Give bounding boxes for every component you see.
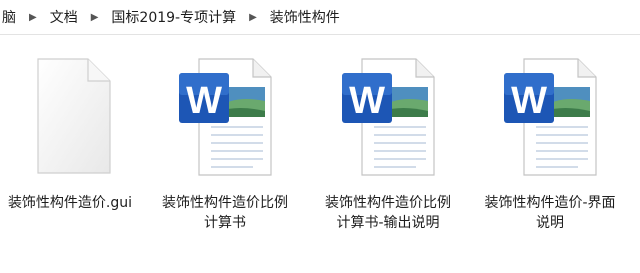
file-name: 装饰性构件造价比例计算书	[162, 195, 288, 231]
breadcrumb-computer[interactable]: 脑	[0, 7, 20, 27]
chevron-right-icon[interactable]: ▶	[20, 12, 46, 23]
word-document-icon: W	[504, 58, 597, 176]
file-item-gui[interactable]: 装饰性构件造价.gui	[0, 55, 140, 213]
address-bar[interactable]: 脑 ▶ 文档 ▶ 国标2019-专项计算 ▶ 装饰性构件	[0, 0, 640, 35]
breadcrumb-documents[interactable]: 文档	[46, 7, 82, 27]
blank-file-icon	[37, 58, 111, 174]
file-item-word-output[interactable]: W 装饰性构件造价比例计算书-输出说明	[318, 55, 458, 233]
breadcrumb-current-folder[interactable]: 装饰性构件	[266, 7, 344, 27]
file-name: 装饰性构件造价.gui	[7, 195, 133, 211]
file-item-word-ui[interactable]: W 装饰性构件造价-界面说明	[480, 55, 620, 233]
breadcrumb-folder-gb2019[interactable]: 国标2019-专项计算	[107, 7, 240, 27]
svg-text:W: W	[186, 80, 222, 122]
svg-text:W: W	[349, 80, 385, 122]
chevron-right-icon[interactable]: ▶	[240, 12, 266, 23]
file-name: 装饰性构件造价比例计算书-输出说明	[325, 195, 451, 231]
word-document-icon: W	[342, 58, 435, 176]
word-document-icon: W	[179, 58, 272, 176]
file-item-word-calc[interactable]: W 装饰性构件造价比例计算书	[155, 55, 295, 233]
file-view: 装饰性构件造价.gui W 装饰性构件造价比例计算书 W 装饰性构件造价比例计算…	[0, 35, 640, 273]
file-name: 装饰性构件造价-界面说明	[484, 195, 616, 231]
svg-text:W: W	[511, 80, 547, 122]
chevron-right-icon[interactable]: ▶	[82, 12, 108, 23]
